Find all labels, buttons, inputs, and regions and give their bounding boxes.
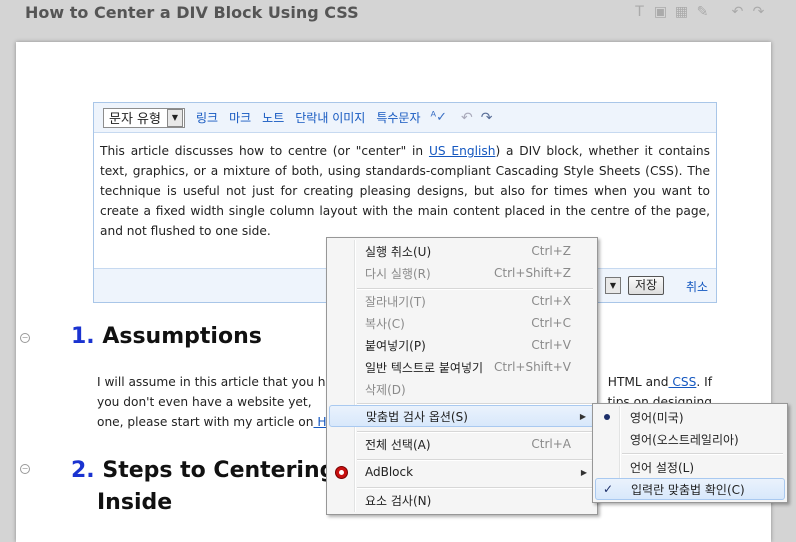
editor-toolbar: 문자 유형 ▼ 링크 마크 노트 단락내 이미지 특수문자 ᴬ✓ ↶ ↷ [94,103,716,133]
chevron-right-icon: ▶ [580,467,587,477]
us-english-link[interactable]: US English [429,144,495,158]
toolbar-note-button[interactable]: 노트 [262,109,284,126]
menu-item-redo[interactable]: 다시 실행(R) Ctrl+Shift+Z [329,262,595,284]
page-title: How to Center a DIV Block Using CSS [25,3,359,22]
menu-item-select-all[interactable]: 전체 선택(A) Ctrl+A [329,433,595,455]
section-heading: 1. Assumptions [71,324,262,349]
submenu-item-language-settings[interactable]: 언어 설정(L) [595,456,785,478]
menu-item-adblock[interactable]: AdBlock ▶ [329,461,595,483]
collapse-icon[interactable]: − [20,464,30,474]
section-heading: 2. Steps to Centering a Inside [71,458,358,515]
menu-item-undo[interactable]: 실행 취소(U) Ctrl+Z [329,240,595,262]
adblock-icon [335,465,348,479]
top-toolbar: T ▣ ▦ ✎ ↶ ↷ [632,5,766,20]
toolbar-link-button[interactable]: 링크 [196,109,218,126]
undo-icon[interactable]: ↶ [461,110,473,126]
menu-item-delete[interactable]: 삭제(D) [329,378,595,400]
image-icon[interactable]: ▣ [653,5,668,20]
undo-icon[interactable]: ↶ [730,5,745,20]
toolbar-mark-button[interactable]: 마크 [229,109,251,126]
menu-item-spellcheck-options[interactable]: 맞춤법 검사 옵션(S) ▶ [329,405,595,427]
menu-item-paste-plain[interactable]: 일반 텍스트로 붙여넣기 Ctrl+Shift+V [329,356,595,378]
article-link[interactable]: H [313,415,326,429]
chevron-right-icon: ▶ [579,411,586,421]
redo-icon[interactable]: ↷ [481,110,493,126]
submenu-item-english-au[interactable]: 영어(오스트레일리아) [595,428,785,450]
submenu-item-english-us[interactable]: 영어(미국) [595,406,785,428]
collapse-icon[interactable]: − [20,333,30,343]
submenu-item-check-spelling[interactable]: ✓ 입력란 맞춤법 확인(C) [595,478,785,500]
menu-item-copy[interactable]: 복사(C) Ctrl+C [329,312,595,334]
pin-icon[interactable]: ✎ [695,5,710,20]
toolbar-special-char-button[interactable]: 특수문자 [376,109,420,126]
section-paragraph: I will assume in this article that you h… [97,375,327,429]
context-menu: 실행 취소(U) Ctrl+Z 다시 실행(R) Ctrl+Shift+Z 잘라… [326,237,598,515]
redo-icon[interactable]: ↷ [751,5,766,20]
text-format-icon[interactable]: T [632,5,647,20]
chevron-down-icon: ▼ [166,108,183,127]
menu-item-cut[interactable]: 잘라내기(T) Ctrl+X [329,290,595,312]
radio-selected-icon [604,414,610,420]
text-style-select[interactable]: 문자 유형 ▼ [103,107,185,128]
spellcheck-submenu: 영어(미국) 영어(오스트레일리아) 언어 설정(L) ✓ 입력란 맞춤법 확인… [592,403,788,503]
menu-item-paste[interactable]: 붙여넣기(P) Ctrl+V [329,334,595,356]
spellcheck-icon[interactable]: ᴬ✓ [431,110,448,125]
cancel-link[interactable]: 취소 [686,278,708,295]
menu-item-inspect[interactable]: 요소 검사(N) [329,489,595,511]
css-link[interactable]: CSS [669,375,696,389]
save-button[interactable]: 저장 [628,276,665,295]
toolbar-inline-image-button[interactable]: 단락내 이미지 [295,109,365,126]
table-icon[interactable]: ▦ [674,5,689,20]
chevron-down-icon[interactable]: ▼ [605,277,621,294]
checkmark-icon: ✓ [603,482,614,496]
